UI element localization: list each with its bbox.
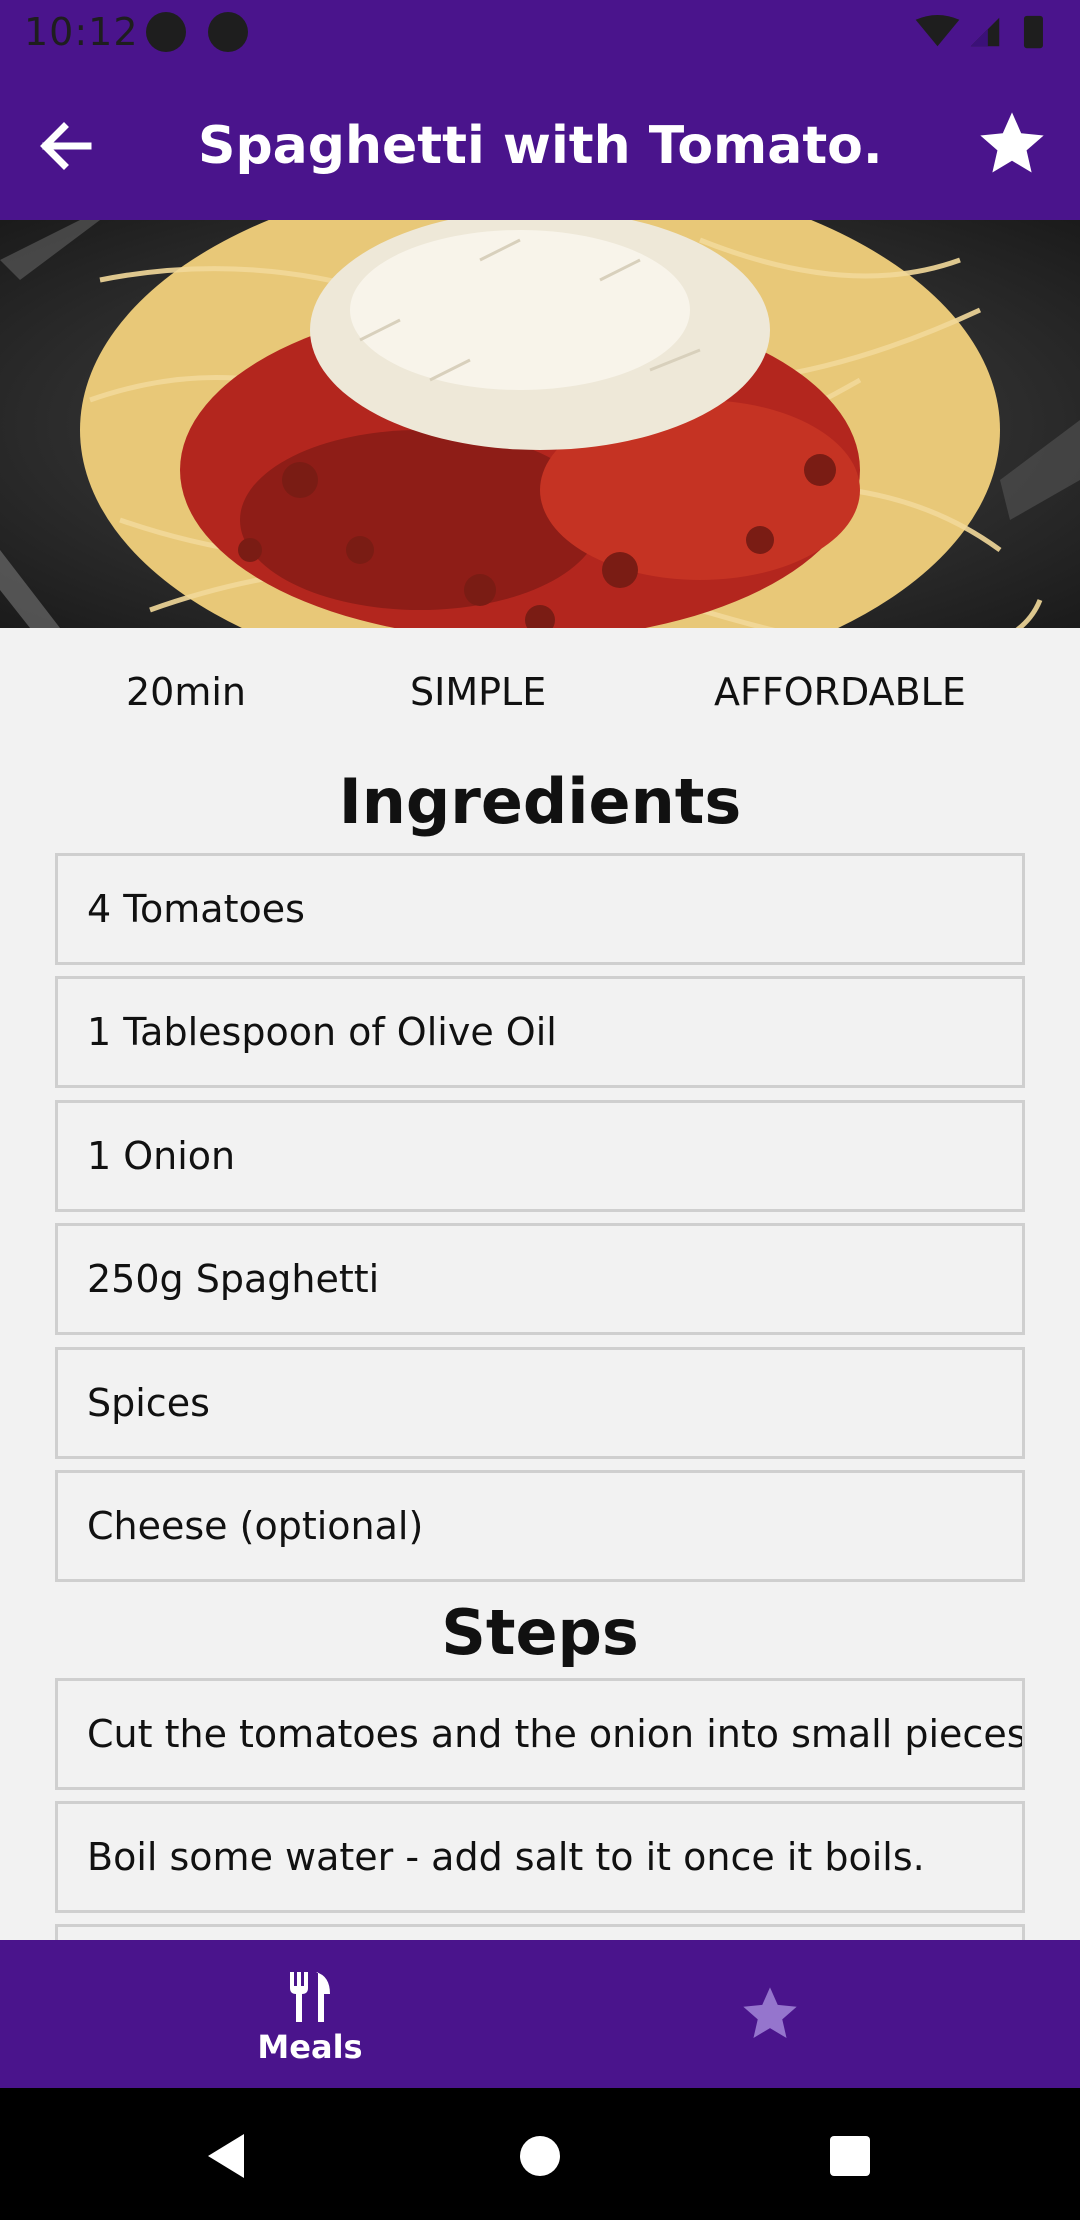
- meal-meta: 20min SIMPLE AFFORDABLE: [0, 664, 1080, 728]
- meal-complexity: SIMPLE: [410, 670, 547, 714]
- restaurant-icon: [290, 1972, 330, 2022]
- nav-recents-icon[interactable]: [828, 2134, 872, 2178]
- ingredient-item: 1 Onion: [55, 1100, 1025, 1212]
- favorite-button[interactable]: [974, 106, 1050, 182]
- status-time: 10:12: [24, 10, 139, 54]
- ingredient-item: 4 Tomatoes: [55, 853, 1025, 965]
- bottom-navigation: Meals: [0, 1940, 1080, 2088]
- system-status-icons: [915, 14, 1043, 49]
- ingredient-item: Spices: [55, 1347, 1025, 1459]
- star-icon: [743, 1987, 797, 2038]
- meal-affordability: AFFORDABLE: [714, 670, 966, 714]
- meal-duration: 20min: [126, 670, 247, 714]
- notification-icon: [208, 12, 248, 52]
- step-item: Cut the tomatoes and the onion into smal…: [55, 1678, 1025, 1790]
- notification-icon: [146, 12, 186, 52]
- meal-image: [0, 220, 1080, 628]
- nav-back-icon[interactable]: [204, 2132, 248, 2180]
- status-bar: 10:12: [0, 0, 1080, 72]
- back-button[interactable]: [30, 110, 102, 182]
- ingredient-item: 250g Spaghetti: [55, 1223, 1025, 1335]
- system-navigation-bar: [0, 2088, 1080, 2220]
- ingredient-item: 1 Tablespoon of Olive Oil: [55, 976, 1025, 1088]
- step-item: Boil some water - add salt to it once it…: [55, 1801, 1025, 1913]
- ingredients-title: Ingredients: [338, 765, 742, 838]
- star-icon: [980, 112, 1044, 173]
- steps-title: Steps: [441, 1596, 639, 1669]
- app-bar: Spaghetti with Tomato...: [0, 72, 1080, 220]
- arrow-back-icon: [40, 122, 92, 170]
- tab-meals[interactable]: Meals: [200, 1940, 420, 2088]
- ingredient-item: Cheese (optional): [55, 1470, 1025, 1582]
- page-title: Spaghetti with Tomato...: [198, 116, 878, 176]
- tab-meals-label: Meals: [257, 2028, 363, 2066]
- wifi-icon: [915, 14, 960, 47]
- nav-home-icon[interactable]: [518, 2134, 562, 2178]
- tab-favorites[interactable]: [660, 1940, 880, 2088]
- battery-icon: [1023, 15, 1043, 49]
